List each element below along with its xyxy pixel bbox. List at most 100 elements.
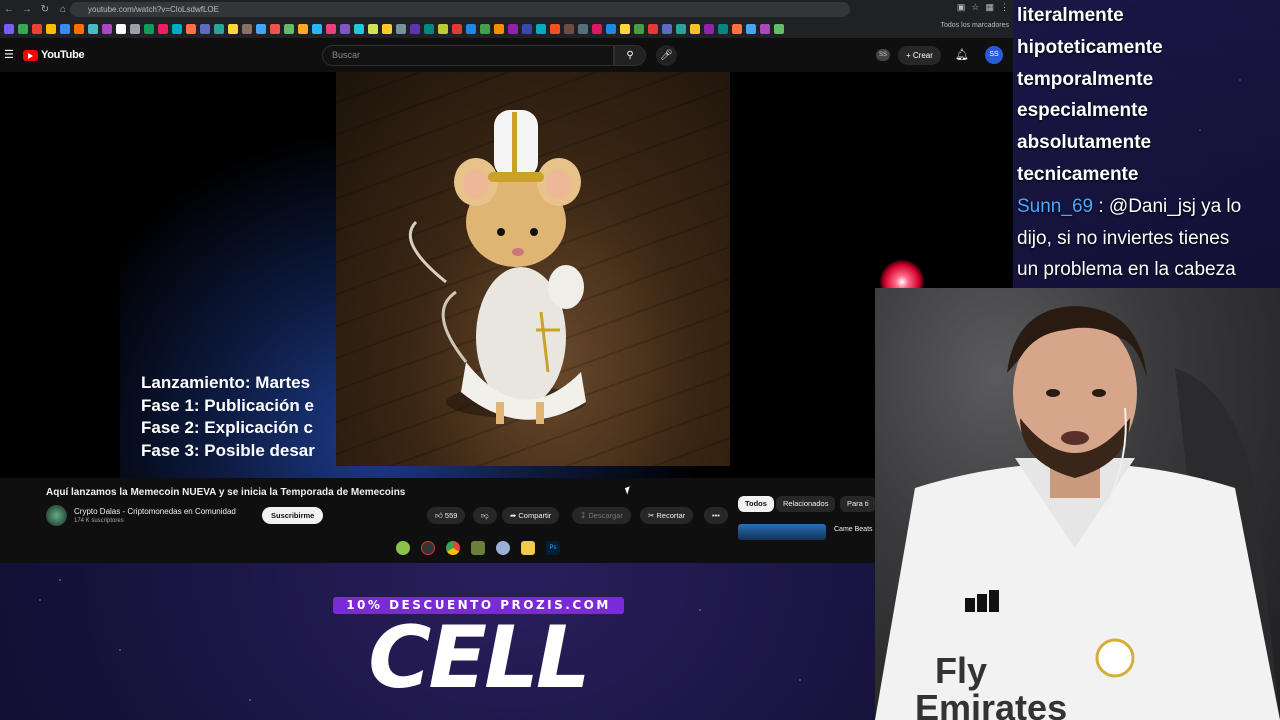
bookmark-icon[interactable] [410, 23, 420, 34]
channel-avatar[interactable] [46, 505, 67, 526]
bookmark-icon[interactable] [60, 23, 70, 34]
voice-search-button[interactable]: 🎤︎ [656, 45, 677, 66]
chip-all[interactable]: Todos [738, 496, 774, 512]
bookmark-icon[interactable] [368, 23, 378, 34]
bookmark-icon[interactable] [424, 23, 434, 34]
bookmark-icon[interactable] [144, 23, 154, 34]
chip-related[interactable]: Relacionados [776, 496, 836, 512]
bookmark-icon[interactable] [550, 23, 560, 34]
notifications-bell-icon[interactable]: 🔔︎ [955, 48, 969, 61]
bookmark-icon[interactable] [158, 23, 168, 34]
search-input[interactable]: Buscar [322, 45, 614, 66]
bookmark-icon[interactable] [256, 23, 266, 34]
account-avatar[interactable]: SS [985, 46, 1003, 64]
bookmark-icon[interactable] [270, 23, 280, 34]
bookmark-icon[interactable] [102, 23, 112, 34]
bookmark-icon[interactable] [74, 23, 84, 34]
search-button[interactable]: ⚲ [614, 45, 646, 66]
forward-icon[interactable]: → [18, 4, 36, 15]
bookmark-icon[interactable] [466, 23, 476, 34]
share-button[interactable]: ➦ Compartir [502, 507, 560, 524]
video-player[interactable]: Lanzamiento: Martes Fase 1: Publicación … [0, 72, 1013, 478]
hamburger-menu-icon[interactable]: ☰ [4, 48, 14, 61]
bookmark-icon[interactable] [522, 23, 532, 34]
bookmark-icon[interactable] [732, 23, 742, 34]
chat-word: especialmente [1017, 100, 1148, 122]
stream-layout: ← → ↻ ⌂ youtube.com/watch?v=CloLsdwfLOE … [0, 0, 1280, 720]
address-bar[interactable]: youtube.com/watch?v=CloLsdwfLOE [70, 2, 850, 17]
bookmark-icon[interactable] [508, 23, 518, 34]
bookmark-star-icon[interactable]: ☆ [971, 2, 979, 13]
bookmark-icon[interactable] [676, 23, 686, 34]
taskbar: Ps [396, 541, 560, 555]
clip-button[interactable]: ✂ Recortar [640, 507, 694, 524]
bookmark-icon[interactable] [438, 23, 448, 34]
chat-word: literalmente [1017, 5, 1124, 26]
reload-icon[interactable]: ↻ [36, 4, 54, 15]
minecraft-icon[interactable] [471, 541, 485, 555]
bookmark-icon[interactable] [774, 23, 784, 34]
install-icon[interactable]: ▣ [957, 2, 966, 13]
bookmark-icon[interactable] [690, 23, 700, 34]
bookmark-icon[interactable] [46, 23, 56, 34]
bookmark-icon[interactable] [452, 23, 462, 34]
android-app-icon[interactable] [396, 541, 410, 555]
bookmark-icon[interactable] [606, 23, 616, 34]
meme-overlay-mouse-chef [336, 72, 730, 466]
dislike-button[interactable]: 👎︎ [473, 507, 497, 524]
bookmark-icon[interactable] [284, 23, 294, 34]
app-globe-icon[interactable] [496, 541, 510, 555]
bookmark-icon[interactable] [18, 23, 28, 34]
bookmark-icon[interactable] [634, 23, 644, 34]
folder-icon[interactable] [521, 541, 535, 555]
bookmark-icon[interactable] [4, 23, 14, 34]
like-button[interactable]: 👍︎ 559 [427, 507, 466, 524]
bookmark-icon[interactable] [480, 23, 490, 34]
bookmark-icon[interactable] [340, 23, 350, 34]
bookmark-icon[interactable] [228, 23, 238, 34]
bookmark-icon[interactable] [494, 23, 504, 34]
bookmark-icon[interactable] [298, 23, 308, 34]
recommended-thumbnail[interactable] [738, 524, 826, 540]
bookmark-icon[interactable] [130, 23, 140, 34]
menu-dots-icon[interactable]: ⋮ [1000, 2, 1009, 13]
chrome-icon[interactable] [446, 541, 460, 555]
bookmark-icon[interactable] [186, 23, 196, 34]
bookmark-icon[interactable] [578, 23, 588, 34]
bookmark-icon[interactable] [312, 23, 322, 34]
youtube-logo[interactable]: YouTube [23, 49, 85, 61]
bookmark-icon[interactable] [382, 23, 392, 34]
bookmark-icon[interactable] [648, 23, 658, 34]
bookmark-icon[interactable] [88, 23, 98, 34]
bookmark-icon[interactable] [704, 23, 714, 34]
bookmark-icon[interactable] [536, 23, 546, 34]
bookmark-icon[interactable] [326, 23, 336, 34]
bookmark-icon[interactable] [116, 23, 126, 34]
photoshop-icon[interactable]: Ps [546, 541, 560, 555]
bookmark-icon[interactable] [242, 23, 252, 34]
bookmark-icon[interactable] [620, 23, 630, 34]
create-button[interactable]: + Crear [898, 46, 941, 65]
channel-name[interactable]: Crypto Dalas - Criptomonedas en Comunida… [74, 507, 236, 516]
bookmark-icon[interactable] [200, 23, 210, 34]
bookmark-icon[interactable] [760, 23, 770, 34]
more-actions-button[interactable]: ••• [704, 507, 728, 524]
bookmark-icon[interactable] [32, 23, 42, 34]
bookmark-icon[interactable] [354, 23, 364, 34]
recommended-title[interactable]: Came Beats [834, 525, 876, 541]
record-app-icon[interactable] [421, 541, 435, 555]
all-bookmarks[interactable]: Todos los marcadores [941, 22, 1009, 29]
bookmark-icon[interactable] [662, 23, 672, 34]
bookmark-icon[interactable] [592, 23, 602, 34]
bookmark-icon[interactable] [718, 23, 728, 34]
bookmark-icon[interactable] [564, 23, 574, 34]
bookmark-icon[interactable] [746, 23, 756, 34]
download-button[interactable]: ↧ Descargar [572, 507, 631, 524]
bookmark-icon[interactable] [396, 23, 406, 34]
extensions-icon[interactable]: ▦ [985, 2, 994, 13]
back-icon[interactable]: ← [0, 4, 18, 15]
chip-for-you[interactable]: Para ti [840, 496, 876, 512]
bookmark-icon[interactable] [172, 23, 182, 34]
subscribe-button[interactable]: Suscribirme [262, 507, 324, 524]
bookmark-icon[interactable] [214, 23, 224, 34]
